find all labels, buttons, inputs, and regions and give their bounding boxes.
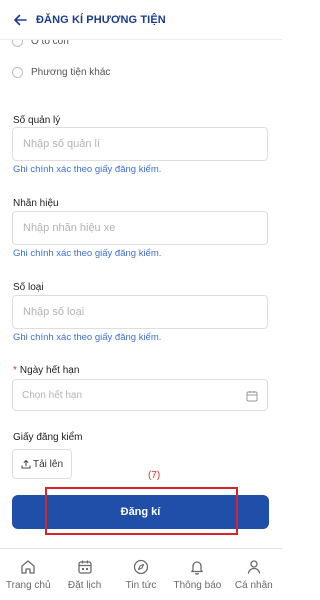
tab-notifications[interactable]: Thông báo (169, 549, 225, 600)
brand-hint: Ghi chính xác theo giấy đăng kiểm. (13, 248, 162, 259)
home-icon (21, 560, 35, 574)
radio-label: Phương tiện khác (31, 67, 111, 78)
model-hint: Ghi chính xác theo giấy đăng kiểm. (13, 332, 162, 343)
tab-booking[interactable]: Đặt lịch (56, 549, 112, 600)
bell-icon (191, 561, 204, 575)
user-icon (247, 560, 260, 574)
tab-profile[interactable]: Cá nhân (226, 549, 282, 600)
management-no-label: Số quản lý (13, 115, 61, 126)
calendar-icon[interactable] (246, 389, 258, 402)
model-input[interactable] (12, 295, 268, 329)
management-no-hint: Ghi chính xác theo giấy đăng kiểm. (13, 164, 162, 175)
upload-label: Tải lên (32, 458, 63, 470)
calendar-icon (77, 560, 92, 574)
tab-label: Cá nhân (234, 580, 273, 591)
management-no-input[interactable] (12, 127, 268, 161)
register-button[interactable]: Đăng kí (12, 495, 269, 529)
expiry-placeholder: Chọn hết hạn (22, 389, 83, 401)
tab-label: Tin tức (125, 580, 157, 591)
radio-option-other[interactable]: Phương tiện khác (12, 67, 110, 78)
required-mark: * (13, 365, 17, 376)
tab-home[interactable]: Trang chủ (0, 549, 56, 600)
model-label: Số loại (13, 282, 44, 293)
annotation-number: (7) (148, 470, 161, 481)
expiry-label-text: Ngày hết hạn (19, 365, 80, 376)
tab-label: Trang chủ (5, 580, 51, 591)
tab-news[interactable]: Tin tức (113, 549, 169, 600)
app-header: ĐĂNG KÍ PHƯƠNG TIỆN (0, 0, 282, 40)
expiry-label: * Ngày hết hạn (13, 365, 79, 376)
expiry-date-picker[interactable]: Chọn hết hạn (12, 379, 268, 411)
tab-label: Thông báo (173, 580, 222, 591)
back-arrow-icon[interactable] (12, 12, 28, 28)
compass-icon (133, 559, 149, 575)
upload-icon (21, 459, 31, 469)
radio-circle[interactable] (12, 67, 23, 78)
tab-label: Đặt lịch (67, 580, 102, 591)
upload-button[interactable]: Tải lên (12, 449, 72, 479)
brand-label: Nhãn hiệu (13, 198, 59, 209)
certificate-label: Giấy đăng kiểm (13, 432, 83, 443)
brand-input[interactable] (12, 211, 268, 245)
page-title: ĐĂNG KÍ PHƯƠNG TIỆN (36, 13, 166, 26)
bottom-tab-bar: Trang chủ Đặt lịch Tin tức Thông báo Cá … (0, 548, 282, 600)
